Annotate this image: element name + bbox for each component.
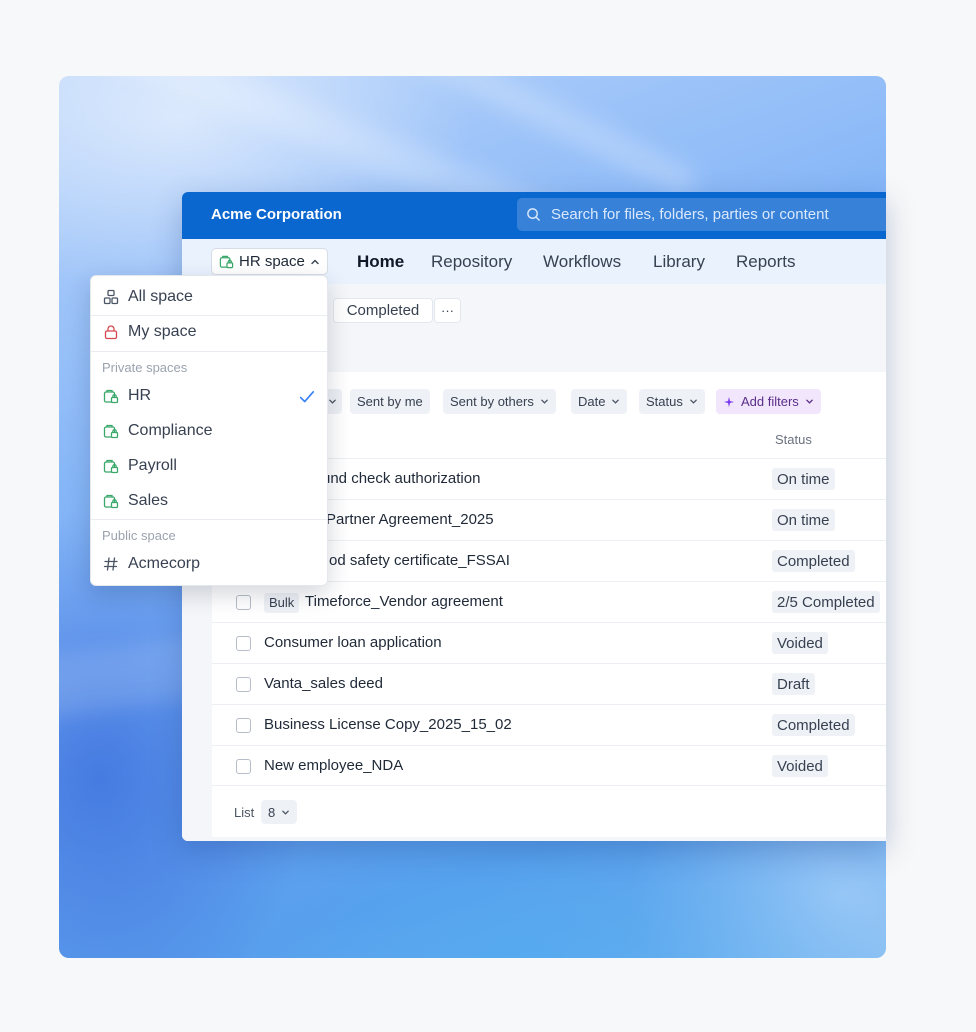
search-input[interactable]: Search for files, folders, parties or co… [517,198,886,231]
document-name[interactable]: Consumer loan application [264,634,442,651]
space-selector-label: HR space [239,253,305,270]
filter-label: Sent by me [357,394,423,409]
row-checkbox[interactable] [236,677,251,692]
row-checkbox[interactable] [236,595,251,610]
menu-item-compliance[interactable]: Compliance [91,414,327,448]
chevron-down-icon [805,399,813,404]
row-checkbox[interactable] [236,636,251,651]
chevron-down-icon [282,810,290,815]
page-size-value: 8 [268,804,276,820]
menu-item-label: My space [128,323,197,340]
space-lock-icon [103,424,119,439]
filter-status[interactable]: Status [639,389,705,414]
chevron-down-icon [690,399,697,404]
document-name[interactable]: Business License Copy_2025_15_02 [264,716,512,733]
menu-item-sales[interactable]: Sales [91,484,327,518]
search-placeholder: Search for files, folders, parties or co… [551,206,829,223]
menu-item-acmecorp[interactable]: Acmecorp [91,547,327,581]
more-tabs-button[interactable]: ··· [434,298,461,323]
search-icon [527,208,540,221]
tab-completed[interactable]: Completed [333,298,433,323]
table-row[interactable]: Vanta_sales deed Draft [212,663,886,704]
filter-sent-by-others[interactable]: Sent by others [443,389,556,414]
status-badge: On time [772,509,835,531]
bulk-tag: Bulk [264,593,300,613]
status-badge: Voided [772,755,828,777]
nav-workflows[interactable]: Workflows [543,252,621,272]
document-name[interactable]: Partner Agreement_2025 [326,511,494,528]
grid-icon [103,289,119,305]
divider [91,519,327,520]
filter-sent-by-me[interactable]: Sent by me [350,389,430,414]
hash-icon [103,557,118,571]
menu-item-label: Acmecorp [128,555,201,572]
menu-item-label: Payroll [128,457,177,474]
nav-home[interactable]: Home [357,252,404,272]
chevron-down-icon [540,399,548,404]
nav-repository[interactable]: Repository [431,252,512,272]
menu-item-my-space[interactable]: My space [91,315,327,349]
table-row[interactable]: Business License Copy_2025_15_02 Complet… [212,704,886,745]
table-row[interactable]: Consumer loan application Voided [212,622,886,663]
list-label: List [234,805,255,820]
menu-item-payroll[interactable]: Payroll [91,449,327,483]
sparkle-icon [724,396,734,407]
space-lock-icon [103,389,119,404]
status-badge: Completed [772,714,855,736]
document-name[interactable]: Vanta_sales deed [264,675,383,692]
status-badge: Draft [772,673,815,695]
section-heading: Private spaces [102,360,188,375]
section-heading: Public space [102,528,176,543]
status-badge: On time [772,468,835,490]
filter-label: Sent by others [450,394,534,409]
document-name[interactable]: und check authorization [322,470,480,487]
status-badge: Completed [772,550,855,572]
check-icon [299,391,315,403]
table-row[interactable]: New employee_NDA Voided [212,745,886,786]
chevron-down-icon [329,399,336,404]
status-column-header: Status [775,432,812,447]
filter-label: Date [578,394,606,409]
chevron-down-icon [612,399,620,404]
divider [91,351,327,352]
document-name[interactable]: Timeforce_Vendor agreement [305,593,503,610]
nav-library[interactable]: Library [653,252,705,272]
space-lock-icon [103,459,119,474]
filter-date[interactable]: Date [571,389,628,414]
space-lock-icon [103,494,119,509]
space-selector[interactable]: HR space [211,248,328,275]
status-badge: Voided [772,632,828,654]
filter-label: Status [646,394,683,409]
chevron-up-icon [311,259,319,264]
nav-reports[interactable]: Reports [736,252,796,272]
menu-item-label: Sales [128,492,169,509]
top-bar: Acme Corporation Search for files, folde… [182,192,886,239]
org-name: Acme Corporation [211,206,342,223]
menu-item-all-space[interactable]: All space [91,280,327,314]
filter-label: Add filters [741,394,799,409]
menu-item-hr[interactable]: HR [91,379,327,413]
document-name[interactable]: od safety certificate_FSSAI [329,552,510,569]
add-filters-button[interactable]: Add filters [716,389,821,414]
menu-item-label: HR [128,387,152,404]
lock-icon [104,325,118,340]
document-name[interactable]: New employee_NDA [264,757,403,774]
table-row[interactable]: Bulk Timeforce_Vendor agreement 2/5 Comp… [212,581,886,622]
menu-item-label: Compliance [128,422,213,439]
menu-item-label: All space [128,288,193,305]
page-size-select[interactable]: 8 [261,800,298,824]
row-checkbox[interactable] [236,759,251,774]
row-checkbox[interactable] [236,718,251,733]
space-dropdown-menu: All space My space Private spaces HR Com… [90,275,328,586]
space-lock-icon [219,255,234,269]
status-badge: 2/5 Completed [772,591,880,613]
